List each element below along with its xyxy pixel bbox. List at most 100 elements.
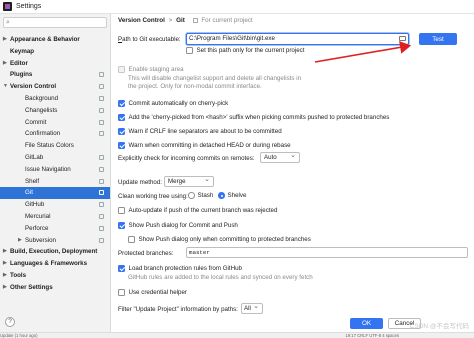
commit-option-label: Warn when committing in detached HEAD or… bbox=[128, 142, 291, 149]
sidebar-item[interactable]: ▶ Languages & Frameworks bbox=[0, 258, 110, 270]
sidebar-item[interactable]: ▶ Build, Execution, Deployment bbox=[0, 246, 110, 258]
sidebar-item[interactable]: Issue Navigation bbox=[0, 164, 110, 176]
stash-option[interactable]: Stash bbox=[188, 192, 213, 199]
sidebar-item[interactable]: ▶ Appearance & Behavior bbox=[0, 34, 110, 46]
update-method-select[interactable]: Merge bbox=[164, 175, 214, 187]
credential-helper-checkbox[interactable] bbox=[118, 289, 125, 296]
git-path-project-only[interactable]: Set this path only for the current proje… bbox=[186, 47, 305, 54]
chevron-down-icon[interactable]: ▼ bbox=[3, 81, 8, 93]
git-path-input[interactable]: C:\Program Files\Git\bin\git.exe bbox=[186, 33, 409, 45]
github-rules-label: Load branch protection rules from GitHub bbox=[128, 265, 243, 272]
project-scope-icon bbox=[99, 213, 104, 219]
sidebar-item-label: Appearance & Behavior bbox=[10, 36, 80, 43]
sidebar-item[interactable]: Commit bbox=[0, 117, 110, 129]
protected-branches-input[interactable]: master bbox=[186, 247, 468, 258]
push-option-checkbox[interactable] bbox=[118, 222, 125, 229]
sidebar-item-label: Perforce bbox=[25, 224, 49, 232]
sidebar-item[interactable]: Changelists bbox=[0, 105, 110, 117]
help-button[interactable]: ? bbox=[5, 317, 15, 327]
sidebar-item[interactable]: ▶ Subversion bbox=[0, 235, 110, 247]
sidebar-item[interactable]: File Status Colors bbox=[0, 140, 110, 152]
settings-search-input[interactable]: ⌕ bbox=[3, 17, 107, 28]
commit-option-checkbox[interactable] bbox=[118, 100, 125, 107]
sidebar-item[interactable]: Background bbox=[0, 93, 110, 105]
window-title: Settings bbox=[16, 3, 42, 10]
chevron-right-icon[interactable]: ▶ bbox=[3, 246, 7, 258]
github-rules-hint: GitHub rules are added to the local rule… bbox=[128, 274, 313, 281]
staging-area-option[interactable]: Enable staging area bbox=[118, 66, 184, 73]
stash-radio[interactable] bbox=[188, 192, 195, 199]
breadcrumb-parent[interactable]: Version Control bbox=[118, 17, 165, 24]
sidebar-item-label: GitLab bbox=[25, 153, 44, 161]
sidebar-item-label: Background bbox=[25, 94, 59, 102]
staging-area-checkbox[interactable] bbox=[118, 66, 125, 73]
shelve-radio[interactable] bbox=[218, 192, 225, 199]
sidebar-item[interactable]: Mercurial bbox=[0, 211, 110, 223]
test-git-button[interactable]: Test bbox=[419, 33, 457, 45]
push-option-checkbox[interactable] bbox=[118, 207, 125, 214]
sidebar-item[interactable]: ▼ Version Control bbox=[0, 81, 110, 93]
sidebar-item[interactable]: GitLab bbox=[0, 152, 110, 164]
sidebar-item[interactable]: Keymap bbox=[0, 46, 110, 58]
chevron-right-icon[interactable]: ▶ bbox=[3, 258, 7, 270]
commit-option-checkbox[interactable] bbox=[118, 128, 125, 135]
settings-sidebar: ⌕ ▶ Appearance & Behavior Keymap ▶ Editor Plu… bbox=[0, 14, 111, 332]
clean-tree-label: Clean working tree using: bbox=[118, 193, 188, 200]
incoming-commits-select[interactable]: Auto bbox=[260, 151, 300, 163]
github-rules-checkbox[interactable] bbox=[118, 265, 125, 272]
sidebar-item[interactable]: Shelf bbox=[0, 176, 110, 188]
commit-option[interactable]: Add the 'cherry-picked from <hash>' suff… bbox=[118, 114, 389, 121]
chevron-right-icon[interactable]: ▶ bbox=[3, 270, 7, 282]
push-option[interactable]: Show Push dialog only when committing to… bbox=[128, 236, 311, 243]
sidebar-item-label: Languages & Frameworks bbox=[10, 260, 88, 268]
push-option[interactable]: Show Push dialog for Commit and Push bbox=[118, 222, 238, 229]
project-scope-icon bbox=[99, 84, 104, 90]
chevron-right-icon[interactable]: ▶ bbox=[3, 58, 7, 70]
chevron-right-icon[interactable]: ▶ bbox=[3, 282, 7, 294]
commit-option[interactable]: Warn when committing in detached HEAD or… bbox=[118, 142, 291, 149]
sidebar-item[interactable]: Plugins bbox=[0, 69, 110, 81]
breadcrumb-scope: For current project bbox=[201, 17, 253, 24]
push-option-checkbox[interactable] bbox=[128, 236, 135, 243]
commit-option-checkbox[interactable] bbox=[118, 114, 125, 121]
sidebar-item[interactable]: ▶ Other Settings bbox=[0, 282, 110, 294]
sidebar-item[interactable]: GitHub bbox=[0, 199, 110, 211]
ok-button[interactable]: OK bbox=[350, 318, 383, 329]
staging-hint-line2: the project. Only for non-modal commit i… bbox=[128, 83, 262, 90]
sidebar-item[interactable]: Confirmation bbox=[0, 128, 110, 140]
project-scope-icon bbox=[99, 131, 104, 137]
protected-branches-label: Protected branches: bbox=[118, 250, 174, 257]
folder-icon[interactable] bbox=[399, 35, 406, 41]
sidebar-item-label: Issue Navigation bbox=[25, 165, 71, 173]
project-scope-icon bbox=[99, 225, 104, 231]
project-scope-icon bbox=[99, 119, 104, 125]
git-path-project-only-checkbox[interactable] bbox=[186, 47, 193, 54]
project-scope-icon bbox=[99, 178, 104, 184]
sidebar-item[interactable]: Git bbox=[0, 187, 110, 200]
commit-option[interactable]: Commit automatically on cherry-pick bbox=[118, 100, 228, 107]
chevron-right-icon[interactable]: ▶ bbox=[18, 235, 22, 247]
sidebar-item-label: Commit bbox=[25, 118, 47, 126]
commit-option[interactable]: Warn if CRLF line separators are about t… bbox=[118, 128, 282, 135]
shelve-option[interactable]: Shelve bbox=[218, 192, 246, 199]
sidebar-item-label: GitHub bbox=[25, 201, 45, 209]
sidebar-item[interactable]: Perforce bbox=[0, 223, 110, 235]
push-option[interactable]: Auto-update if push of the current branc… bbox=[118, 207, 277, 214]
chevron-right-icon[interactable]: ▶ bbox=[3, 34, 7, 46]
push-option-label: Show Push dialog only when committing to… bbox=[138, 236, 311, 243]
sidebar-item[interactable]: ▶ Tools bbox=[0, 270, 110, 282]
commit-option-checkbox[interactable] bbox=[118, 142, 125, 149]
sidebar-item[interactable]: ▶ Editor bbox=[0, 58, 110, 70]
project-scope-icon bbox=[99, 237, 104, 243]
github-rules-option[interactable]: Load branch protection rules from GitHub bbox=[118, 265, 242, 272]
filter-paths-label: Filter "Update Project" information by p… bbox=[118, 306, 238, 313]
sidebar-item-label: Version Control bbox=[10, 83, 57, 91]
commit-option-label: Warn if CRLF line separators are about t… bbox=[128, 128, 282, 135]
shelve-label: Shelve bbox=[227, 192, 247, 199]
filter-paths-select[interactable]: All bbox=[241, 302, 263, 314]
git-path-label: Path to Git executable: bbox=[118, 36, 181, 43]
project-scope-icon bbox=[99, 202, 104, 208]
staging-area-label: Enable staging area bbox=[128, 66, 184, 73]
sidebar-item-label: Confirmation bbox=[25, 130, 61, 138]
credential-helper-option[interactable]: Use credential helper bbox=[118, 289, 187, 296]
